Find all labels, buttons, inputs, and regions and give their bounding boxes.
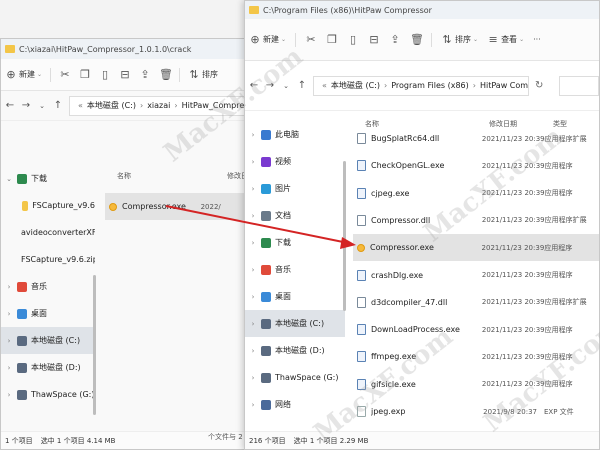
arrow-line	[165, 205, 349, 244]
arrow-head	[340, 237, 356, 249]
drag-arrow	[165, 205, 356, 249]
